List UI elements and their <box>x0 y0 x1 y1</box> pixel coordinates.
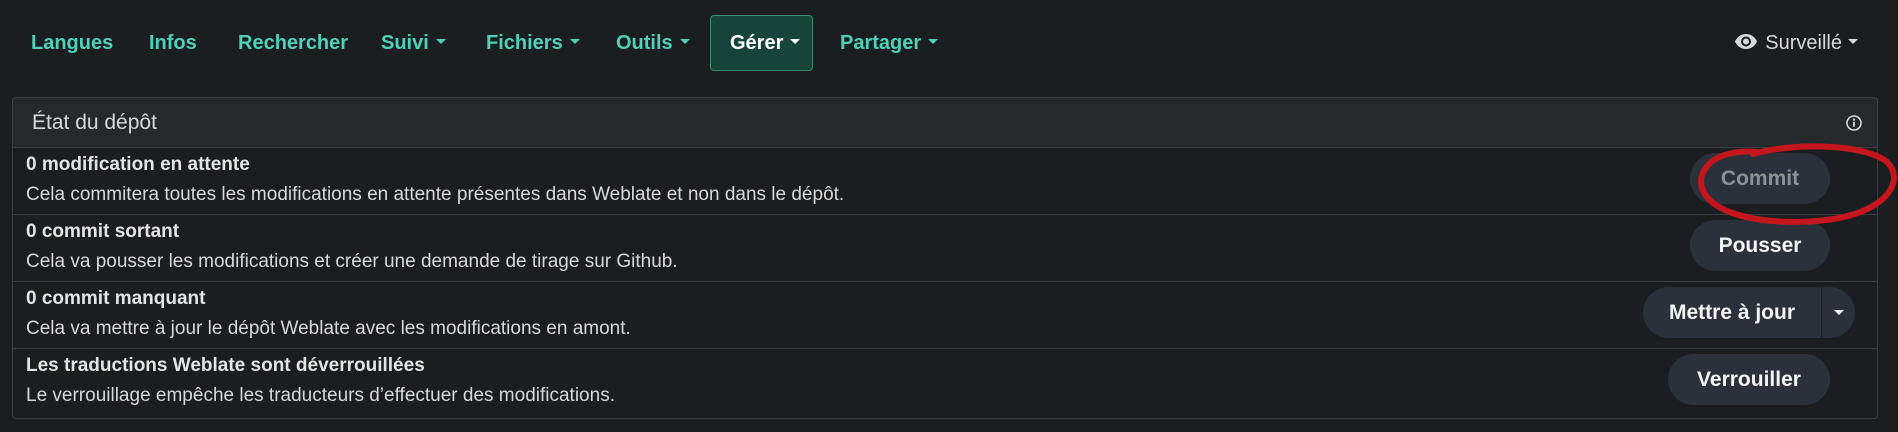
nav-rechercher[interactable]: Rechercher <box>238 15 348 71</box>
lock-button[interactable]: Verrouiller <box>1668 354 1830 405</box>
eye-icon <box>1735 34 1758 50</box>
nav-gerer[interactable]: Gérer <box>710 15 813 71</box>
caret-down-icon <box>790 39 801 45</box>
caret-down-icon <box>1848 39 1858 45</box>
update-options-toggle[interactable] <box>1821 287 1855 338</box>
nav-label: Langues <box>31 32 114 54</box>
status-row-missing-commits: 0 commit manquant Cela va mettre à jour … <box>13 282 1877 349</box>
status-row-pending-changes: 0 modification en attente Cela commitera… <box>13 148 1877 215</box>
nav-fichiers[interactable]: Fichiers <box>486 15 580 71</box>
nav-infos[interactable]: Infos <box>149 15 197 71</box>
nav-outils[interactable]: Outils <box>616 15 690 71</box>
row-description: Cela commitera toutes les modifications … <box>26 184 845 205</box>
nav-suivi[interactable]: Suivi <box>381 15 446 71</box>
caret-down-icon <box>928 39 939 45</box>
panel-title: État du dépôt <box>32 111 157 134</box>
update-button-group: Mettre à jour <box>1643 287 1855 338</box>
nav-label: Partager <box>840 32 922 54</box>
repository-status-panel: État du dépôt 0 modification en attente … <box>12 97 1878 419</box>
push-button[interactable]: Pousser <box>1690 220 1830 271</box>
watch-dropdown[interactable]: Surveillé <box>1735 15 1858 71</box>
caret-down-icon <box>679 39 690 45</box>
info-circle-icon[interactable] <box>1846 115 1862 131</box>
nav-langues[interactable]: Langues <box>31 15 113 71</box>
watch-label: Surveillé <box>1765 32 1842 54</box>
row-title: 0 modification en attente <box>26 154 250 175</box>
nav-label: Suivi <box>381 32 429 54</box>
update-button[interactable]: Mettre à jour <box>1643 287 1821 338</box>
caret-down-icon <box>569 39 580 45</box>
nav-label: Fichiers <box>486 32 563 54</box>
caret-down-icon <box>1834 310 1844 315</box>
nav-label: Rechercher <box>238 32 349 54</box>
row-title: Les traductions Weblate sont déverrouill… <box>26 355 425 376</box>
row-description: Cela va mettre à jour le dépôt Weblate a… <box>26 318 631 339</box>
top-navbar: Langues Infos Rechercher Suivi Fichiers … <box>0 0 1898 86</box>
commit-button[interactable]: Commit <box>1690 153 1830 204</box>
nav-partager[interactable]: Partager <box>840 15 939 71</box>
nav-label: Outils <box>616 32 673 54</box>
panel-header: État du dépôt <box>13 98 1877 148</box>
row-description: Le verrouillage empêche les traducteurs … <box>26 385 615 406</box>
status-row-lock: Les traductions Weblate sont déverrouill… <box>13 349 1877 416</box>
row-title: 0 commit sortant <box>26 221 180 242</box>
row-description: Cela va pousser les modifications et cré… <box>26 251 678 272</box>
nav-label: Gérer <box>730 32 784 54</box>
caret-down-icon <box>435 39 446 45</box>
status-row-outgoing-commits: 0 commit sortant Cela va pousser les mod… <box>13 215 1877 282</box>
row-title: 0 commit manquant <box>26 288 206 309</box>
nav-label: Infos <box>149 32 197 54</box>
